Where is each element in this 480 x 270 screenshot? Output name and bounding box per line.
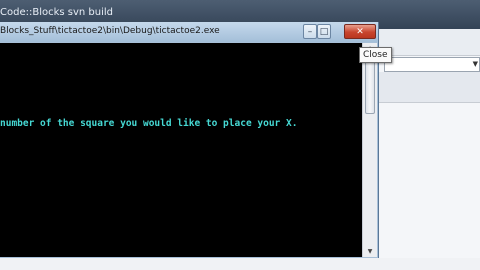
vertical-scrollbar[interactable]: ▲ ≡ ▼ [362,43,377,257]
minimize-button[interactable]: – [303,24,317,39]
close-icon: ✕ [356,27,364,37]
scrollbar-thumb[interactable]: ≡ [365,54,375,114]
background-toolbar [378,29,480,56]
maximize-button[interactable]: □ [317,24,331,39]
console-window: Blocks_Stuff\tictactoe2\bin\Debug\tictac… [0,22,379,258]
console-window-title: Blocks_Stuff\tictactoe2\bin\Debug\tictac… [0,26,220,36]
minimize-icon: – [307,27,313,37]
console-output-line: number of the square you would like to p… [0,118,298,129]
scroll-down-arrow-icon[interactable]: ▼ [363,246,377,257]
console-titlebar[interactable]: Blocks_Stuff\tictactoe2\bin\Debug\tictac… [0,22,378,42]
chevron-down-icon: ▼ [472,60,478,68]
close-tooltip: Close [359,47,392,63]
maximize-icon: □ [319,27,329,37]
background-tab-strip [378,72,480,103]
background-window-title: Code::Blocks svn build [0,7,114,18]
background-combo-box[interactable]: ▼ [384,57,480,72]
console-output-area[interactable]: number of the square you would like to p… [0,43,362,257]
background-status-area [0,258,480,270]
close-button[interactable]: ✕ [344,24,376,39]
